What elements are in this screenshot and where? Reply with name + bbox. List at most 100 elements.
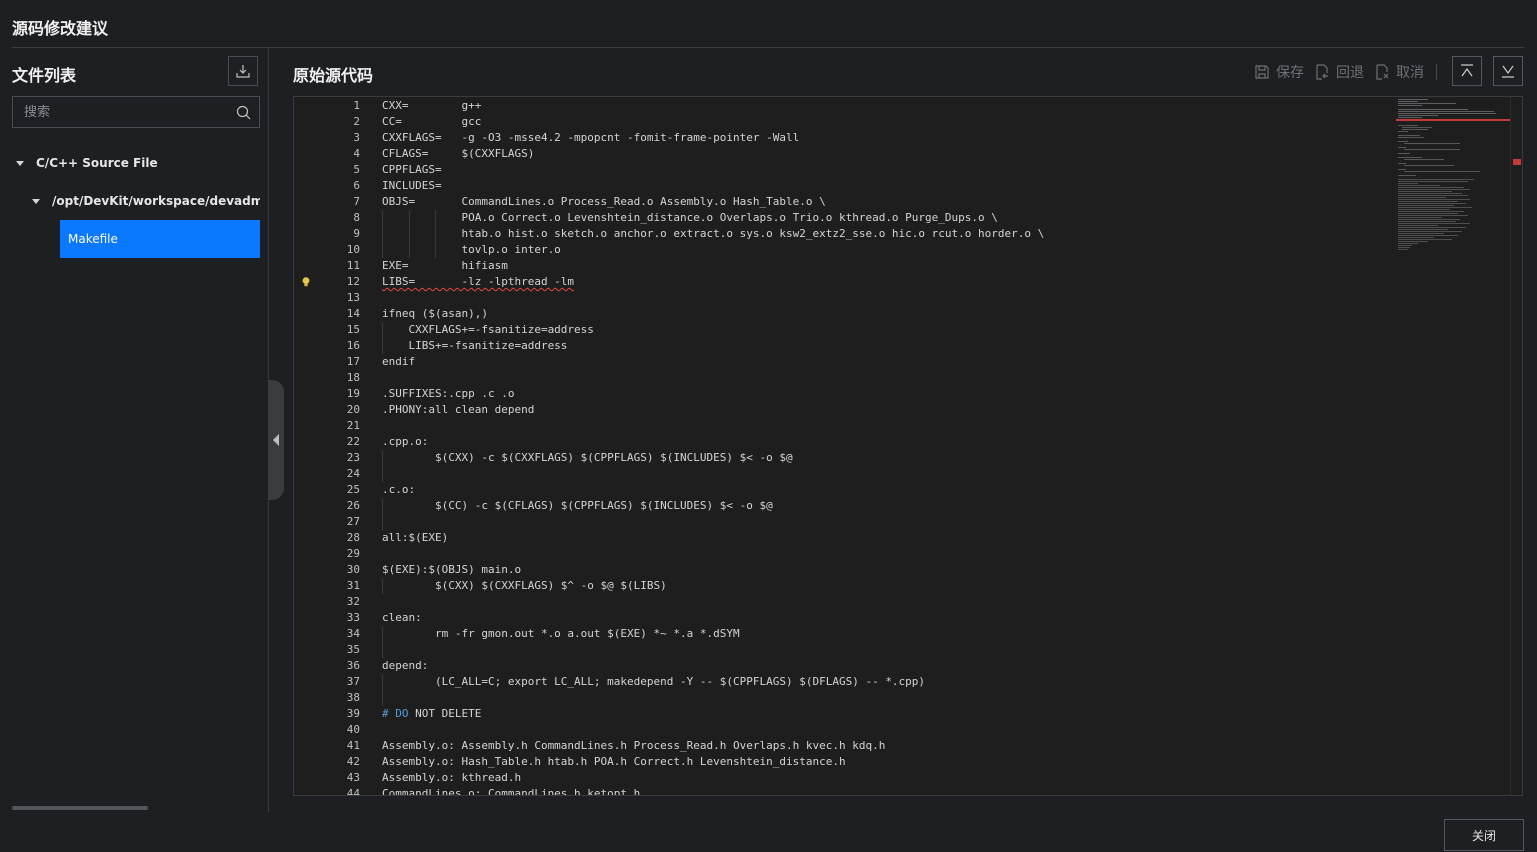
code-line[interactable]: 8 POA.o Correct.o Levenshtein_distance.o… [294, 210, 1394, 226]
sidebar-horizontal-scrollbar[interactable] [12, 806, 148, 810]
code-text: $(CC) -c $(CFLAGS) $(CPPFLAGS) $(INCLUDE… [382, 499, 773, 512]
error-marker [1513, 159, 1521, 165]
line-number: 11 [346, 259, 360, 272]
code-line[interactable]: 21 [294, 418, 1394, 434]
line-number: 17 [346, 355, 360, 368]
tree-node-category-label: C/C++ Source File [36, 156, 158, 170]
code-line[interactable]: 41 Assembly.o: Assembly.h CommandLines.h … [294, 738, 1394, 754]
line-number: 14 [346, 307, 360, 320]
code-line[interactable]: 9 htab.o hist.o sketch.o anchor.o extrac… [294, 226, 1394, 242]
line-number: 6 [353, 179, 360, 192]
code-line[interactable]: 24 [294, 466, 1394, 482]
line-number: 13 [346, 291, 360, 304]
line-number: 22 [346, 435, 360, 448]
search-icon[interactable] [236, 105, 251, 120]
tree-node-folder[interactable]: /opt/DevKit/workspace/devadmin/af [32, 182, 260, 220]
code-line[interactable]: 22 .cpp.o: [294, 434, 1394, 450]
tree-node-file-selected[interactable]: Makefile [60, 220, 260, 258]
line-number: 9 [353, 227, 360, 240]
scroll-to-top-button[interactable] [1452, 56, 1482, 86]
scroll-to-bottom-button[interactable] [1493, 56, 1523, 86]
line-number: 25 [346, 483, 360, 496]
code-line[interactable]: 5 CPPFLAGS= [294, 162, 1394, 178]
revert-button[interactable]: 回退 [1314, 62, 1364, 82]
code-line[interactable]: 12 LIBS= -lz -lpthread -lm [294, 274, 1394, 290]
download-button[interactable] [228, 56, 258, 86]
line-number: 21 [346, 419, 360, 432]
code-line[interactable]: 13 [294, 290, 1394, 306]
code-text: (LC_ALL=C; export LC_ALL; makedepend -Y … [382, 675, 926, 688]
code-line[interactable]: 7 OBJS= CommandLines.o Process_Read.o Ass… [294, 194, 1394, 210]
line-number: 19 [346, 387, 360, 400]
code-line[interactable]: 39 # DO NOT DELETE [294, 706, 1394, 722]
code-line[interactable]: 25 .c.o: [294, 482, 1394, 498]
tree-node-folder-label: /opt/DevKit/workspace/devadmin/af [52, 194, 260, 208]
line-number: 5 [353, 163, 360, 176]
line-number: 8 [353, 211, 360, 224]
search-input[interactable] [13, 97, 234, 127]
code-line[interactable]: 15 CXXFLAGS+=-fsanitize=address [294, 322, 1394, 338]
code-line[interactable]: 26 $(CC) -c $(CFLAGS) $(CPPFLAGS) $(INCL… [294, 498, 1394, 514]
code-text: CXX= g++ [382, 99, 482, 112]
cancel-button[interactable]: 取消 [1374, 62, 1424, 82]
code-line[interactable]: 20 .PHONY:all clean depend [294, 402, 1394, 418]
code-line[interactable]: 28 all:$(EXE) [294, 530, 1394, 546]
code-line[interactable]: 40 [294, 722, 1394, 738]
line-number: 16 [346, 339, 360, 352]
code-line[interactable]: 36 depend: [294, 658, 1394, 674]
code-text: CC= gcc [382, 115, 482, 128]
code-line[interactable]: 19 .SUFFIXES:.cpp .c .o [294, 386, 1394, 402]
save-icon [1255, 65, 1269, 79]
code-line[interactable]: 42 Assembly.o: Hash_Table.h htab.h POA.h … [294, 754, 1394, 770]
indent-guide [382, 210, 383, 258]
code-line[interactable]: 30 $(EXE):$(OBJS) main.o [294, 562, 1394, 578]
code-line[interactable]: 38 [294, 690, 1394, 706]
line-number: 15 [346, 323, 360, 336]
file-list-title: 文件列表 [12, 66, 77, 85]
code-line[interactable]: 1 CXX= g++ [294, 98, 1394, 114]
code-line[interactable]: 27 [294, 514, 1394, 530]
source-code-editor[interactable]: 1 CXX= g++ 2 CC= gcc 3 CXXFLAGS= -g -O3 -msse… [293, 96, 1523, 796]
revert-file-icon [1316, 64, 1328, 80]
tree-node-category[interactable]: C/C++ Source File [16, 144, 260, 182]
line-number: 24 [346, 467, 360, 480]
code-line[interactable]: 10 tovlp.o inter.o [294, 242, 1394, 258]
code-line[interactable]: 35 [294, 642, 1394, 658]
code-line[interactable]: 31 $(CXX) $(CXXFLAGS) $^ -o $@ $(LIBS) [294, 578, 1394, 594]
code-line[interactable]: 3 CXXFLAGS= -g -O3 -msse4.2 -mpopcnt -fom… [294, 130, 1394, 146]
code-line[interactable]: 44 CommandLines.o: CommandLines.h ketopt.… [294, 786, 1394, 795]
code-line[interactable]: 43 Assembly.o: kthread.h [294, 770, 1394, 786]
line-number: 29 [346, 547, 360, 560]
code-text: EXE= hifiasm [382, 259, 508, 272]
code-line[interactable]: 6 INCLUDES= [294, 178, 1394, 194]
code-line[interactable]: 16 LIBS+=-fsanitize=address [294, 338, 1394, 354]
code-minimap[interactable] [1396, 97, 1510, 257]
code-line[interactable]: 23 $(CXX) -c $(CXXFLAGS) $(CPPFLAGS) $(I… [294, 450, 1394, 466]
code-line[interactable]: 32 [294, 594, 1394, 610]
code-text: $(EXE):$(OBJS) main.o [382, 563, 522, 576]
code-text: LIBS+=-fsanitize=address [382, 339, 568, 352]
code-line[interactable]: 11 EXE= hifiasm [294, 258, 1394, 274]
save-button[interactable]: 保存 [1254, 62, 1304, 82]
code-line[interactable]: 29 [294, 546, 1394, 562]
code-text: Assembly.o: kthread.h [382, 771, 522, 784]
code-text: Assembly.o: Hash_Table.h htab.h POA.h Co… [382, 755, 846, 768]
code-text: endif [382, 355, 416, 368]
code-line[interactable]: 2 CC= gcc [294, 114, 1394, 130]
collapse-sidebar-button[interactable] [268, 380, 284, 500]
code-line[interactable]: 18 [294, 370, 1394, 386]
code-line[interactable]: 33 clean: [294, 610, 1394, 626]
code-line[interactable]: 17 endif [294, 354, 1394, 370]
line-number: 4 [353, 147, 360, 160]
collapse-down-icon [1502, 65, 1514, 78]
code-line[interactable]: 4 CFLAGS= $(CXXFLAGS) [294, 146, 1394, 162]
line-number: 38 [346, 691, 360, 704]
code-line[interactable]: 34 rm -fr gmon.out *.o a.out $(EXE) *~ *… [294, 626, 1394, 642]
close-button[interactable]: 关闭 [1444, 819, 1524, 851]
code-line[interactable]: 37 (LC_ALL=C; export LC_ALL; makedepend … [294, 674, 1394, 690]
code-line[interactable]: 14 ifneq ($(asan),) [294, 306, 1394, 322]
indent-guide [382, 498, 383, 530]
code-lines: 1 CXX= g++ 2 CC= gcc 3 CXXFLAGS= -g -O3 -msse… [294, 98, 1394, 795]
lightbulb-icon[interactable] [302, 277, 310, 287]
overview-ruler[interactable] [1510, 97, 1522, 795]
